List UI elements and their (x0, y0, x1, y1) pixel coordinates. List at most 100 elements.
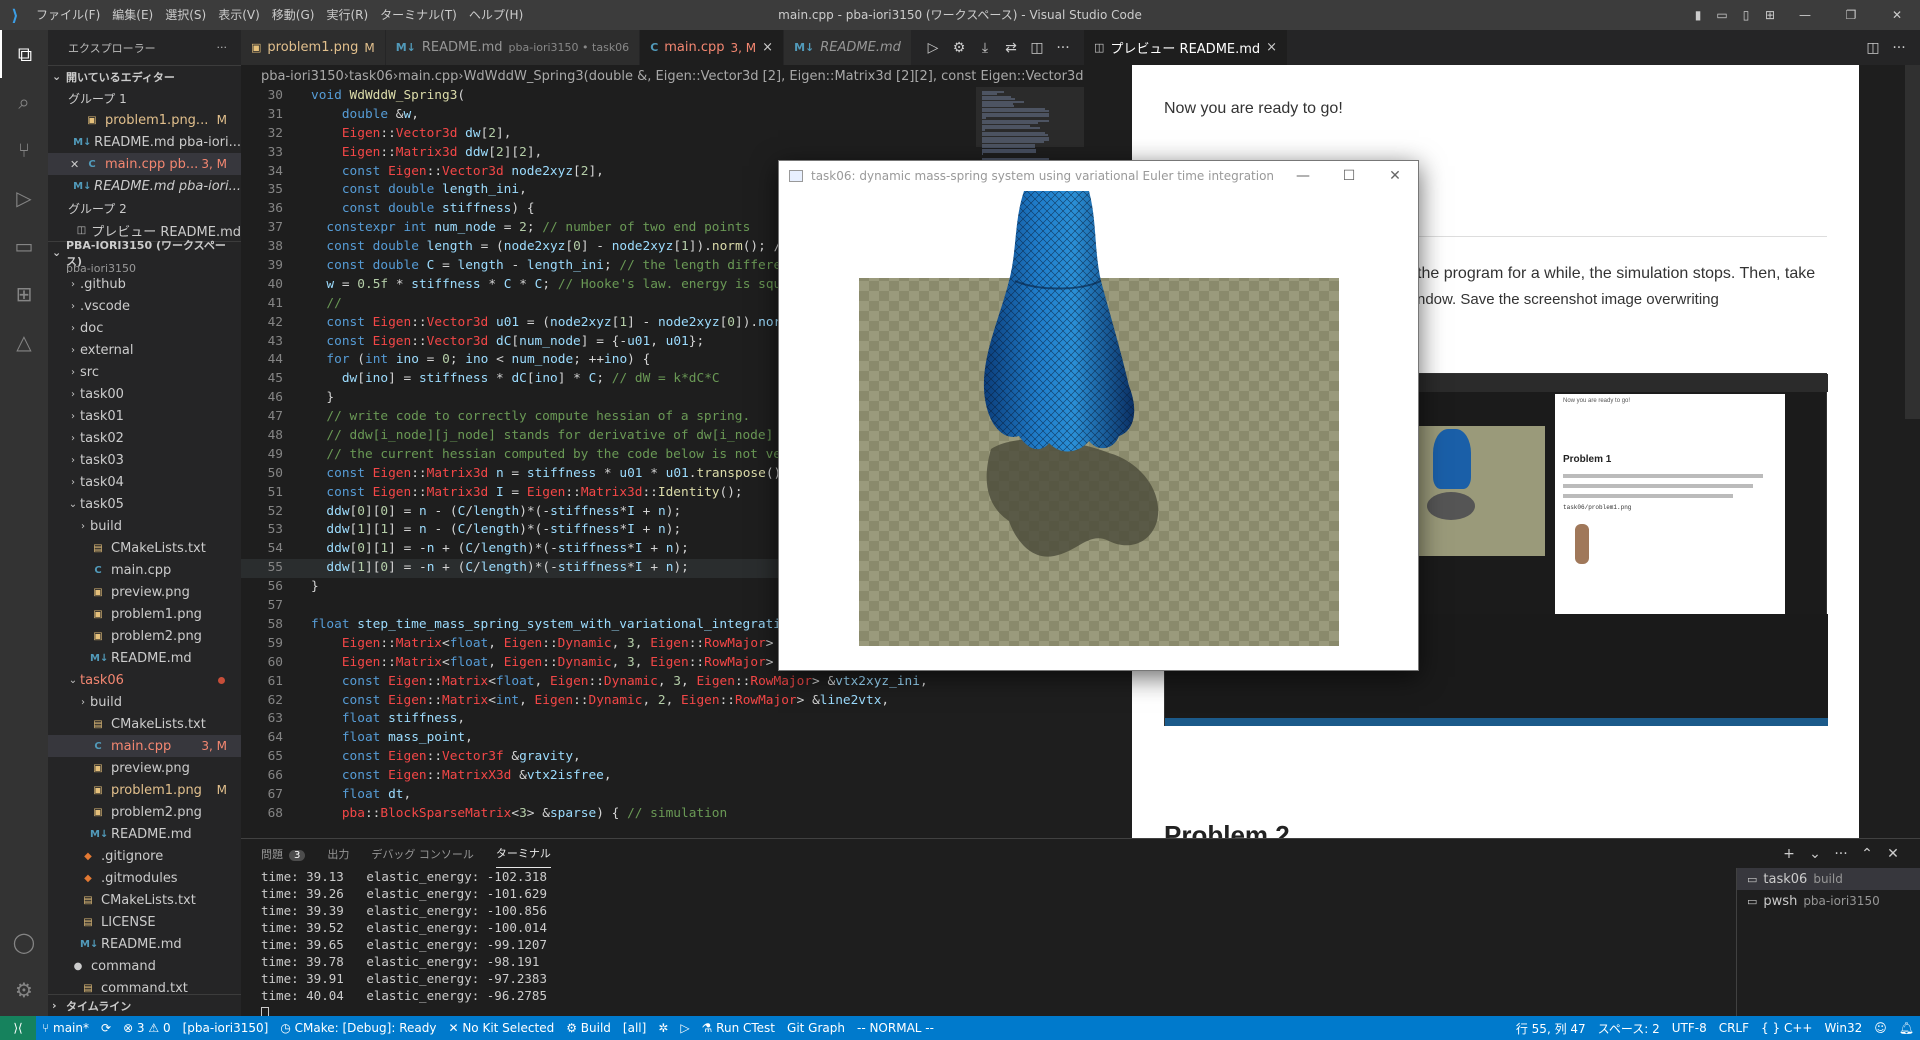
toggle-secondary-sidebar-icon[interactable]: ▯ (1734, 8, 1758, 22)
tree-item[interactable]: Cmain.cpp 3, M (48, 735, 241, 757)
open-editor-item[interactable]: M↓ README.md pba-iori... (48, 131, 241, 153)
code-line[interactable]: 63 float stiffness, (241, 710, 976, 729)
tree-item[interactable]: ◆ .gitignore (48, 845, 241, 867)
code-line[interactable]: 67 float dt, (241, 786, 976, 805)
close-tab-icon[interactable]: × (762, 40, 773, 55)
workspace-root-folder[interactable]: pba-iori3150 (48, 263, 241, 273)
kit-status[interactable]: ✕ No Kit Selected (442, 1021, 560, 1035)
indent-status[interactable]: スペース: 2 (1592, 1020, 1666, 1037)
preview-scrollbar-thumb[interactable] (1905, 65, 1920, 419)
toggle-sidebar-icon[interactable]: ▮ (1686, 8, 1710, 22)
menu-item[interactable]: ターミナル(T) (374, 0, 463, 30)
more-actions-icon[interactable]: ··· (217, 41, 228, 54)
maximize-panel-icon[interactable]: ⌃ (1854, 846, 1880, 862)
explorer-icon[interactable]: ⧉ (0, 30, 48, 78)
toggle-panel-icon[interactable]: ▭ (1710, 8, 1734, 22)
sim-close-button[interactable]: ✕ (1372, 161, 1418, 191)
sync-icon[interactable]: ⟳ (95, 1021, 117, 1035)
code-line[interactable]: 31 double &w, (241, 106, 976, 125)
cursor-position[interactable]: 行 55, 列 47 (1510, 1020, 1592, 1037)
tree-item[interactable]: ▣ problem2.png (48, 625, 241, 647)
chevron-down-icon[interactable]: ⌄ (1802, 846, 1828, 862)
tab-problems[interactable]: 問題 3 (261, 840, 306, 868)
maximize-button[interactable]: ❐ (1828, 8, 1874, 22)
tree-item[interactable]: ▤ CMakeLists.txt (48, 889, 241, 911)
tree-item[interactable]: › doc (48, 317, 241, 339)
tree-item[interactable]: ⌄ task06 (48, 669, 241, 691)
timeline-section[interactable]: › タイムライン (48, 994, 241, 1016)
code-line[interactable]: 62 const Eigen::Matrix<int, Eigen::Dynam… (241, 692, 976, 711)
more-actions-icon[interactable]: ··· (1050, 40, 1076, 56)
tab-output[interactable]: 出力 (327, 840, 349, 868)
cmake-status[interactable]: ◷ CMake: [Debug]: Ready (274, 1021, 442, 1035)
tree-item[interactable]: › build (48, 691, 241, 713)
tab-debug-console[interactable]: デバッグ コンソール (371, 840, 474, 868)
language-mode[interactable]: { } C++ (1755, 1021, 1818, 1035)
sim-minimize-button[interactable]: — (1280, 161, 1326, 191)
tree-item[interactable]: Cmain.cpp (48, 559, 241, 581)
close-window-button[interactable]: ✕ (1874, 8, 1920, 22)
more-actions-icon[interactable]: ··· (1886, 40, 1912, 56)
tab-preview-readme[interactable]: ◫ プレビュー README.md × (1084, 30, 1289, 65)
customize-layout-icon[interactable]: ⊞ (1758, 8, 1782, 22)
notifications-icon[interactable]: 🔔︎ (1893, 1021, 1920, 1035)
menu-item[interactable]: 移動(G) (266, 0, 321, 30)
git-graph-button[interactable]: Git Graph (781, 1021, 851, 1035)
eol-status[interactable]: CRLF (1713, 1021, 1755, 1035)
run-ctest-button[interactable]: ⚗ Run CTest (696, 1021, 781, 1035)
feedback-icon[interactable]: ☺ (1868, 1021, 1893, 1035)
code-line[interactable]: 68 pba::BlockSparseMatrix<3> &sparse) { … (241, 805, 976, 824)
new-terminal-icon[interactable]: + (1776, 846, 1802, 862)
terminal-output[interactable]: time: 39.13 elastic_energy: -102.318 time… (241, 868, 1736, 1016)
cmake-icon[interactable]: △ (0, 318, 48, 366)
tree-item[interactable]: › .github (48, 273, 241, 295)
menu-item[interactable]: ヘルプ(H) (463, 0, 529, 30)
menu-item[interactable]: 実行(R) (320, 0, 374, 30)
tree-item[interactable]: › external (48, 339, 241, 361)
editor-tab[interactable]: Cmain.cpp 3, M × (640, 30, 785, 65)
problems-status[interactable]: ⊗ 3 ⚠ 0 (117, 1021, 177, 1035)
tree-item[interactable]: ▣ problem1.png (48, 603, 241, 625)
debug-icon[interactable]: ✲ (652, 1021, 674, 1035)
tree-item[interactable]: M↓ README.md (48, 647, 241, 669)
open-editor-item[interactable]: M↓ README.md pba-iori... (48, 175, 241, 197)
tree-item[interactable]: › task03 (48, 449, 241, 471)
platform-status[interactable]: Win32 (1818, 1021, 1868, 1035)
simulation-canvas[interactable] (779, 191, 1418, 670)
breadcrumb-item[interactable]: pba-iori3150 (261, 69, 344, 84)
tree-item[interactable]: ▤ LICENSE (48, 911, 241, 933)
terminal-instance[interactable]: ▭ pwsh pba-iori3150 (1737, 890, 1920, 912)
tree-item[interactable]: ▣ problem1.png M (48, 779, 241, 801)
build-button[interactable]: ⚙ Build (560, 1021, 617, 1035)
minimap-slider[interactable] (976, 87, 1084, 147)
tree-item[interactable]: › build (48, 515, 241, 537)
code-line[interactable]: 66 const Eigen::MatrixX3d &vtx2isfree, (241, 767, 976, 786)
extensions-icon[interactable]: ⊞ (0, 270, 48, 318)
close-panel-icon[interactable]: ✕ (1880, 846, 1906, 862)
search-icon[interactable]: ⌕ (0, 78, 48, 126)
code-line[interactable]: 32 Eigen::Vector3d dw[2], (241, 125, 976, 144)
menu-item[interactable]: 表示(V) (212, 0, 266, 30)
breadcrumb-item[interactable]: task06 (349, 69, 393, 84)
tree-item[interactable]: ▤ CMakeLists.txt (48, 713, 241, 735)
open-editor-item[interactable]: ▣ problem1.png... M (48, 109, 241, 131)
menu-item[interactable]: 編集(E) (106, 0, 159, 30)
tree-item[interactable]: › .vscode (48, 295, 241, 317)
tree-item[interactable]: › task04 (48, 471, 241, 493)
debug-settings-icon[interactable]: ⚙ (946, 40, 972, 56)
open-editor-item[interactable]: ◫ プレビュー README.md (48, 219, 241, 241)
menu-item[interactable]: 選択(S) (159, 0, 212, 30)
tree-item[interactable]: ⌄ task05 (48, 493, 241, 515)
editor-tab[interactable]: M↓ README.md (784, 30, 912, 65)
close-icon[interactable]: ✕ (70, 158, 84, 171)
remote-indicator-icon[interactable]: ⟩⟨ (0, 1016, 36, 1040)
code-line[interactable]: 30 void WdWddW_Spring3( (241, 87, 976, 106)
sim-maximize-button[interactable]: ☐ (1326, 161, 1372, 191)
breadcrumb-item[interactable]: main.cpp (398, 69, 458, 84)
tree-item[interactable]: ▣ preview.png (48, 581, 241, 603)
tree-item[interactable]: › task00 (48, 383, 241, 405)
tree-item[interactable]: M↓ README.md (48, 823, 241, 845)
terminal-instance[interactable]: ▭ task06 build (1737, 868, 1920, 890)
open-editors-section[interactable]: ⌄ 開いているエディター (48, 65, 241, 87)
breadcrumb-item[interactable]: WdWddW_Spring3(double &, Eigen::Vector3d… (464, 69, 1084, 84)
